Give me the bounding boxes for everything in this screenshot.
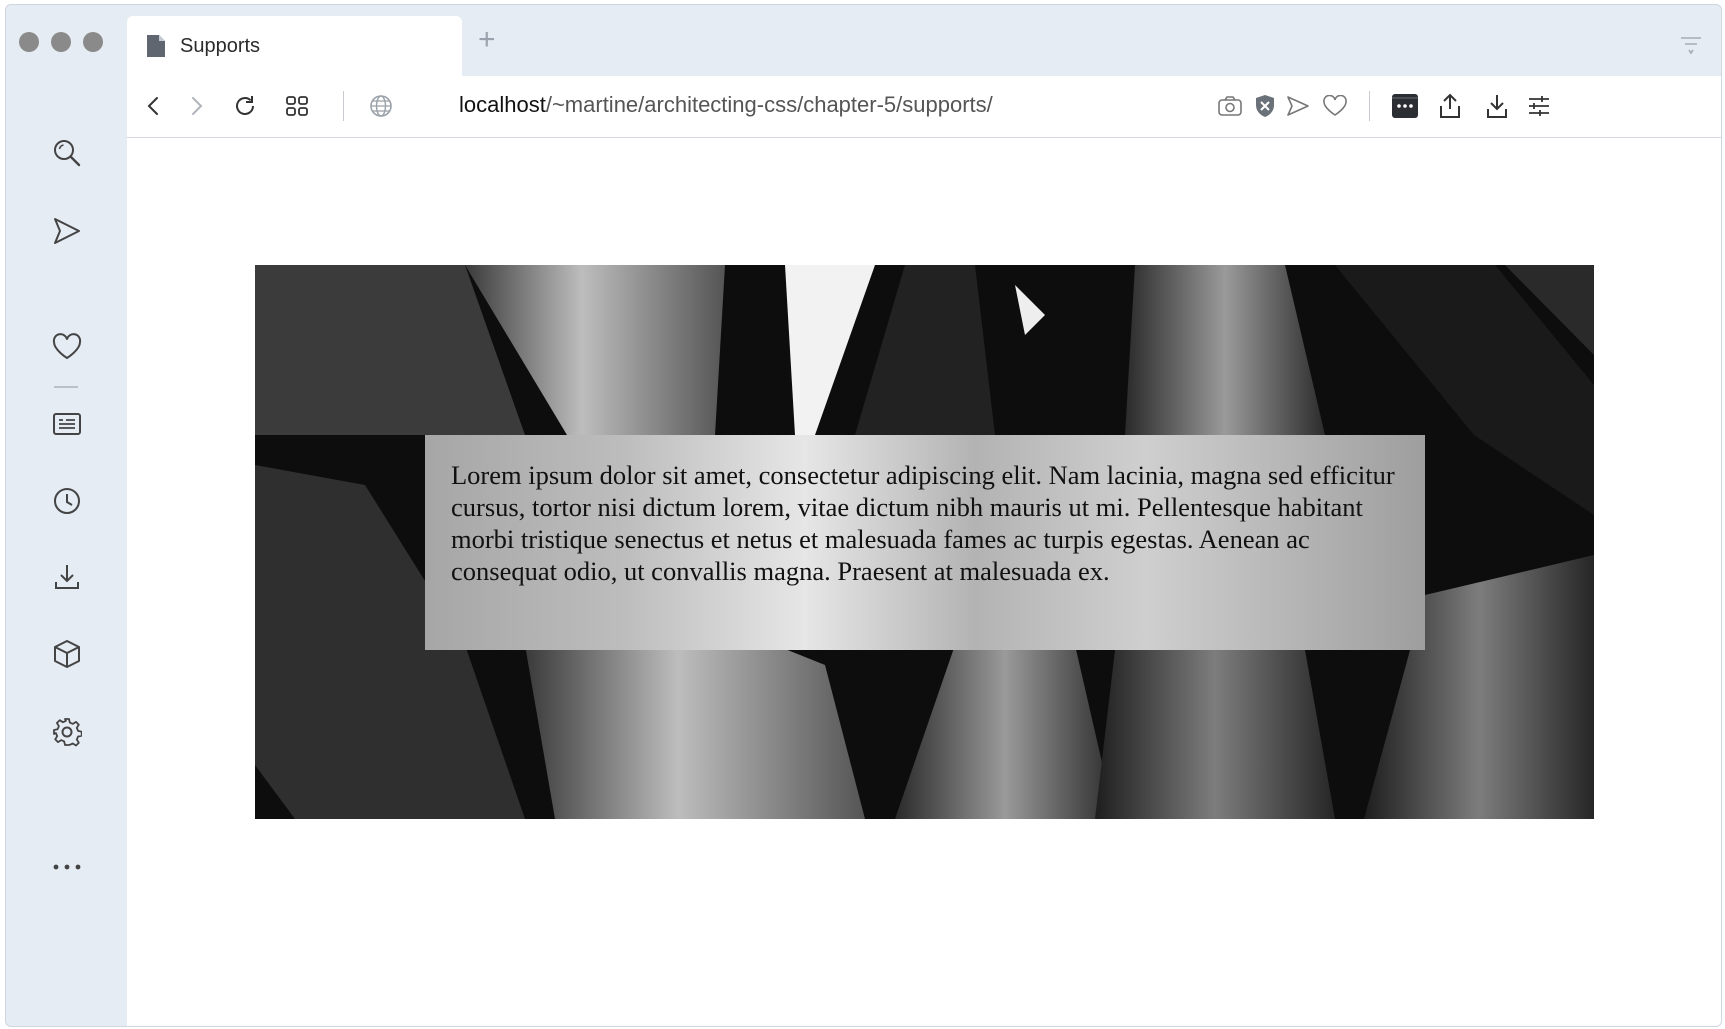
share-icon[interactable] xyxy=(1432,88,1468,124)
address-toolbar: localhost/~martine/architecting-css/chap… xyxy=(127,76,1721,138)
search-icon[interactable] xyxy=(47,133,87,173)
download-icon[interactable] xyxy=(47,557,87,597)
send-icon[interactable] xyxy=(1280,88,1316,124)
reload-icon[interactable] xyxy=(227,88,263,124)
close-window-button[interactable] xyxy=(19,32,39,52)
text-panel: Lorem ipsum dolor sit amet, consectetur … xyxy=(425,435,1425,650)
history-icon[interactable] xyxy=(47,481,87,521)
cube-icon[interactable] xyxy=(47,634,87,674)
download-icon[interactable] xyxy=(1479,88,1515,124)
news-icon[interactable] xyxy=(47,404,87,444)
send-icon[interactable] xyxy=(47,211,87,251)
tab-supports[interactable]: Supports xyxy=(127,16,462,76)
heart-icon[interactable] xyxy=(47,327,87,367)
address-bar[interactable]: localhost/~martine/architecting-css/chap… xyxy=(459,92,993,118)
gear-icon[interactable] xyxy=(47,712,87,752)
settings-sliders-icon[interactable] xyxy=(1521,88,1557,124)
zoom-window-button[interactable] xyxy=(83,32,103,52)
tab-title: Supports xyxy=(180,34,261,57)
new-tab-button[interactable]: + xyxy=(478,25,496,55)
hero-image: Lorem ipsum dolor sit amet, consectetur … xyxy=(255,265,1594,819)
wallet-icon[interactable] xyxy=(1387,88,1423,124)
toolbar-separator xyxy=(343,91,344,121)
sidebar-divider xyxy=(54,386,78,388)
sidebar xyxy=(6,76,127,1026)
tiles-icon[interactable] xyxy=(279,88,315,124)
minimize-window-button[interactable] xyxy=(51,32,71,52)
heart-icon[interactable] xyxy=(1317,88,1353,124)
browser-window: Supports + localhost/~martine/architecti… xyxy=(5,4,1722,1027)
document-icon xyxy=(147,35,165,57)
url-path: /~martine/architecting-css/chapter-5/sup… xyxy=(545,92,993,117)
page-content: Lorem ipsum dolor sit amet, consectetur … xyxy=(127,138,1721,1026)
url-host: localhost xyxy=(459,92,546,117)
more-icon[interactable] xyxy=(47,847,87,887)
lorem-paragraph: Lorem ipsum dolor sit amet, consectetur … xyxy=(451,460,1395,586)
camera-icon[interactable] xyxy=(1212,88,1248,124)
shield-icon[interactable] xyxy=(1247,88,1283,124)
tab-menu-icon[interactable] xyxy=(1679,35,1703,55)
back-icon[interactable] xyxy=(136,88,172,124)
forward-icon[interactable] xyxy=(178,88,214,124)
globe-icon xyxy=(363,88,399,124)
toolbar-separator xyxy=(1369,91,1370,121)
